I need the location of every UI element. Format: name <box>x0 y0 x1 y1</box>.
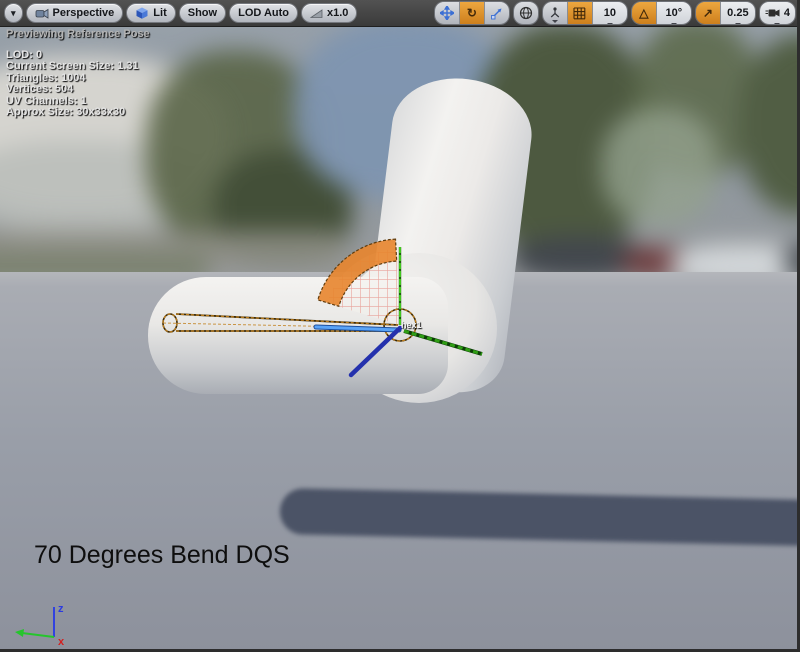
axis-x-label: x <box>58 636 65 648</box>
caret-down-icon <box>774 23 781 24</box>
caret-down-icon <box>551 20 558 23</box>
lod-auto-label: LOD Auto <box>238 7 290 19</box>
viewport-stats: Previewing Reference Pose LOD: 0 Current… <box>6 28 150 119</box>
camera-speed-value-label: 4 <box>783 7 790 19</box>
show-label: Show <box>187 7 218 19</box>
angle-snap-value-label: 10° <box>665 7 683 19</box>
rotate-mode-button[interactable]: ↻ <box>459 2 485 24</box>
screen-size-icon <box>310 8 323 18</box>
caret-down-icon <box>606 23 613 24</box>
stat-screen-size: Current Screen Size: 1.31 <box>6 60 139 72</box>
axis-z-label: z <box>58 603 64 615</box>
transform-mode-group: ↻ <box>433 1 510 25</box>
coordinate-space-group <box>512 1 539 25</box>
toolbar-left-group: ▾ Perspective Lit Show LOD Auto x1.0 <box>4 3 358 23</box>
grid-snap-value[interactable]: 10 <box>592 2 627 24</box>
screen-size-button[interactable]: x1.0 <box>301 3 358 23</box>
show-menu-button[interactable]: Show <box>178 3 227 23</box>
grid-snap-toggle-button[interactable] <box>567 2 593 24</box>
lod-auto-button[interactable]: LOD Auto <box>229 3 299 23</box>
angle-snap-group: △ 10° <box>630 1 692 25</box>
rotate-icon: ↻ <box>466 6 477 20</box>
surface-snap-icon <box>550 7 560 18</box>
viewport-toolbar: ▾ Perspective Lit Show LOD Auto x1.0 ↻ 1… <box>0 0 800 27</box>
skeletal-mesh-viewport[interactable]: ▾ Perspective Lit Show LOD Auto x1.0 ↻ 1… <box>0 0 800 652</box>
screen-size-label: x1.0 <box>327 7 349 19</box>
surface-snap-button[interactable] <box>542 2 568 24</box>
grid-snap-group: 10 <box>541 1 628 25</box>
perspective-label: Perspective <box>52 7 115 19</box>
angle-snap-toggle-button[interactable]: △ <box>631 2 657 24</box>
angle-snap-value[interactable]: 10° <box>656 2 691 24</box>
scale-snap-group: ↗ 0.25 <box>694 1 756 25</box>
lit-mode-button[interactable]: Lit <box>126 3 176 23</box>
lit-label: Lit <box>153 7 167 19</box>
angle-snap-icon: △ <box>639 6 649 20</box>
globe-icon <box>519 6 532 20</box>
gizmo-axis-navy[interactable] <box>348 325 403 378</box>
perspective-button[interactable]: Perspective <box>25 3 124 23</box>
scale-snap-value-label: 0.25 <box>727 7 749 19</box>
caption-text: 70 Degrees Bend DQS <box>34 541 290 569</box>
caret-down-icon <box>734 23 741 24</box>
scale-snap-toggle-button[interactable]: ↗ <box>695 2 721 24</box>
perspective-camera-icon <box>35 8 48 19</box>
scale-snap-value[interactable]: 0.25 <box>720 2 755 24</box>
grid-snap-value-label: 10 <box>603 7 616 19</box>
grid-icon <box>573 6 586 19</box>
toolbar-right-group: ↻ 10 △ 10° ↗ 0.25 4 <box>433 1 796 25</box>
axis-y-line <box>21 632 55 638</box>
lit-cube-icon <box>136 7 148 19</box>
preview-pose-label: Previewing Reference Pose <box>6 28 150 40</box>
scale-icon <box>491 8 502 19</box>
scale-snap-icon: ↗ <box>702 6 713 20</box>
stat-vertices: Vertices: 504 <box>6 83 74 95</box>
scale-mode-button[interactable] <box>484 2 509 24</box>
axis-y-arrowhead-icon <box>15 629 24 637</box>
camera-speed-button[interactable]: 4 <box>759 2 795 24</box>
move-icon <box>439 6 454 20</box>
axis-orientation-widget: z x <box>15 603 65 648</box>
viewport-options-button[interactable]: ▾ <box>4 3 23 23</box>
world-local-toggle-button[interactable] <box>513 2 538 24</box>
bone-name-label[interactable]: hex1 <box>401 320 422 330</box>
camera-speed-group: 4 <box>758 1 796 25</box>
camera-speed-icon <box>765 9 780 17</box>
caret-down-icon <box>670 23 677 24</box>
dropdown-arrow-icon: ▾ <box>11 7 16 18</box>
translate-mode-button[interactable] <box>434 2 460 24</box>
scene-3d[interactable]: hex1 Previewing Reference Pose LOD: 0 Cu… <box>0 27 800 652</box>
stat-approx-size: Approx Size: 30x33x30 <box>6 106 126 118</box>
